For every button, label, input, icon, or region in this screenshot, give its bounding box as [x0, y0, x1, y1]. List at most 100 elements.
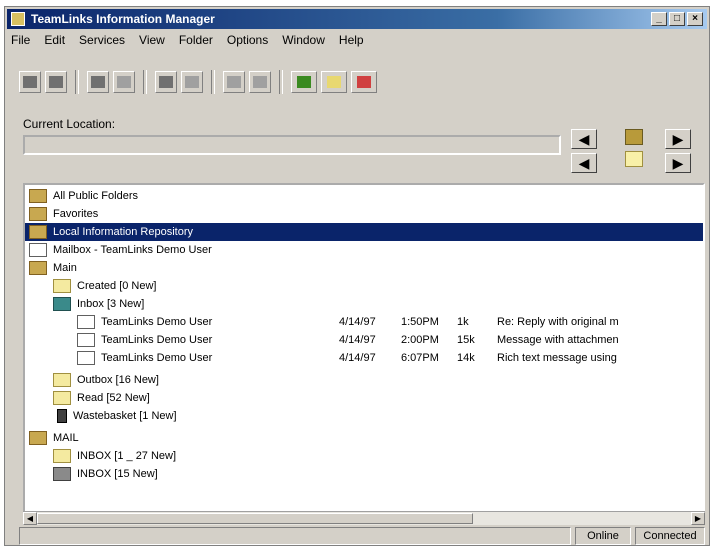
- tree-item-selected[interactable]: Local Information Repository: [25, 223, 703, 241]
- envelope-icon: [77, 351, 95, 365]
- menu-window[interactable]: Window: [282, 33, 325, 51]
- inbox-icon: [53, 297, 71, 311]
- folder-icon: [53, 449, 71, 463]
- properties-button[interactable]: [113, 71, 135, 93]
- tree-item-label: All Public Folders: [53, 190, 138, 202]
- scroll-right-button[interactable]: ▶: [691, 512, 705, 525]
- red-folder-button[interactable]: [351, 71, 377, 93]
- horizontal-scrollbar[interactable]: ◀ ▶: [23, 511, 705, 525]
- minimize-button[interactable]: _: [651, 12, 667, 26]
- message-row[interactable]: TeamLinks Demo User 4/14/97 2:00PM 15k M…: [77, 331, 703, 349]
- tree-item[interactable]: All Public Folders: [29, 187, 138, 205]
- tree-item[interactable]: Inbox [3 New]: [53, 295, 144, 313]
- toolbar: [19, 65, 377, 99]
- open-button[interactable]: [45, 71, 67, 93]
- tree-item-label: INBOX [15 New]: [77, 468, 158, 480]
- message-size: 1k: [457, 316, 469, 328]
- maximize-button[interactable]: □: [669, 12, 685, 26]
- message-subject: Re: Reply with original m: [497, 316, 619, 328]
- menu-edit[interactable]: Edit: [44, 33, 65, 51]
- find-button[interactable]: [249, 71, 271, 93]
- green-folder-button[interactable]: [291, 71, 317, 93]
- window-title: TeamLinks Information Manager: [31, 12, 215, 26]
- scroll-left-button[interactable]: ◀: [23, 512, 37, 525]
- menu-services[interactable]: Services: [79, 33, 125, 51]
- folder-icon: [29, 431, 47, 445]
- folder-icon: [53, 373, 71, 387]
- app-icon: [11, 12, 25, 26]
- scroll-thumb[interactable]: [37, 513, 473, 524]
- toolbar-separator: [75, 70, 79, 94]
- tree-item[interactable]: Created [0 New]: [53, 277, 156, 295]
- tree-item-label: MAIL: [53, 432, 79, 444]
- title-bar[interactable]: TeamLinks Information Manager _ □ ×: [7, 9, 707, 29]
- status-online: Online: [575, 527, 631, 545]
- message-row[interactable]: TeamLinks Demo User 4/14/97 1:50PM 1k Re…: [77, 313, 703, 331]
- message-time: 2:00PM: [401, 334, 439, 346]
- message-row[interactable]: TeamLinks Demo User 4/14/97 6:07PM 14k R…: [77, 349, 703, 367]
- yellow-folder-button[interactable]: [321, 71, 347, 93]
- print-icon: [23, 76, 37, 88]
- copy-button[interactable]: [155, 71, 177, 93]
- tree-item[interactable]: Main: [29, 259, 77, 277]
- message-from: TeamLinks Demo User: [101, 316, 213, 328]
- folder-icon: [29, 189, 47, 203]
- tree-item[interactable]: Mailbox - TeamLinks Demo User: [29, 241, 212, 259]
- main-window: TeamLinks Information Manager _ □ × File…: [4, 6, 710, 546]
- tree-item[interactable]: INBOX [1 _ 27 New]: [53, 447, 176, 465]
- menu-help[interactable]: Help: [339, 33, 364, 51]
- message-time: 1:50PM: [401, 316, 439, 328]
- toolbar-separator: [143, 70, 147, 94]
- new-button[interactable]: [87, 71, 109, 93]
- envelope-icon: [77, 333, 95, 347]
- open-icon: [49, 76, 63, 88]
- delete-button[interactable]: [223, 71, 245, 93]
- folder-icon: [29, 261, 47, 275]
- tree-item-label: Favorites: [53, 208, 99, 220]
- tree-item[interactable]: Favorites: [29, 205, 98, 223]
- envelope-icon: [77, 315, 95, 329]
- cut-button[interactable]: [181, 71, 203, 93]
- copy-icon: [159, 76, 173, 88]
- properties-icon: [117, 76, 131, 88]
- tree-item-label: Outbox [16 New]: [77, 374, 159, 386]
- tree-item-label: Created [0 New]: [77, 280, 157, 292]
- tree-item[interactable]: Outbox [16 New]: [53, 371, 159, 389]
- menu-options[interactable]: Options: [227, 33, 268, 51]
- tree-item[interactable]: Read [52 New]: [53, 389, 150, 407]
- tree-item[interactable]: MAIL: [29, 429, 79, 447]
- print-button[interactable]: [19, 71, 41, 93]
- wastebasket-icon: [57, 409, 67, 423]
- tree-item[interactable]: INBOX [15 New]: [53, 465, 158, 483]
- message-date: 4/14/97: [339, 316, 376, 328]
- folder-tree[interactable]: All Public Folders Favorites Local Infor…: [23, 183, 705, 513]
- message-from: TeamLinks Demo User: [101, 334, 213, 346]
- left-up-arrow-button[interactable]: ◀: [571, 129, 597, 149]
- delete-icon: [227, 76, 241, 88]
- red-folder-icon: [357, 76, 371, 88]
- close-button[interactable]: ×: [687, 12, 703, 26]
- message-date: 4/14/97: [339, 334, 376, 346]
- menu-view[interactable]: View: [139, 33, 165, 51]
- navigation-arrows: ◀ ◀ ▶ ▶: [571, 127, 701, 175]
- right-up-arrow-button[interactable]: ▶: [665, 129, 691, 149]
- menu-folder[interactable]: Folder: [179, 33, 213, 51]
- tree-item-label: Local Information Repository: [53, 226, 194, 238]
- current-location-field[interactable]: [23, 135, 561, 155]
- yellow-folder-icon: [327, 76, 341, 88]
- right-down-arrow-button[interactable]: ▶: [665, 153, 691, 173]
- folder-icon: [29, 225, 47, 239]
- tree-item-label: Read [52 New]: [77, 392, 150, 404]
- server-icon: [53, 467, 71, 481]
- green-folder-icon: [297, 76, 311, 88]
- menu-file[interactable]: File: [11, 33, 30, 51]
- tree-item-label: Inbox [3 New]: [77, 298, 145, 310]
- message-size: 14k: [457, 352, 475, 364]
- tree-item[interactable]: Wastebasket [1 New]: [57, 407, 177, 425]
- toolbar-separator: [279, 70, 283, 94]
- folder-icon: [53, 279, 71, 293]
- message-subject: Rich text message using: [497, 352, 617, 364]
- folder-icon: [53, 391, 71, 405]
- current-location-label: Current Location:: [23, 117, 116, 131]
- left-down-arrow-button[interactable]: ◀: [571, 153, 597, 173]
